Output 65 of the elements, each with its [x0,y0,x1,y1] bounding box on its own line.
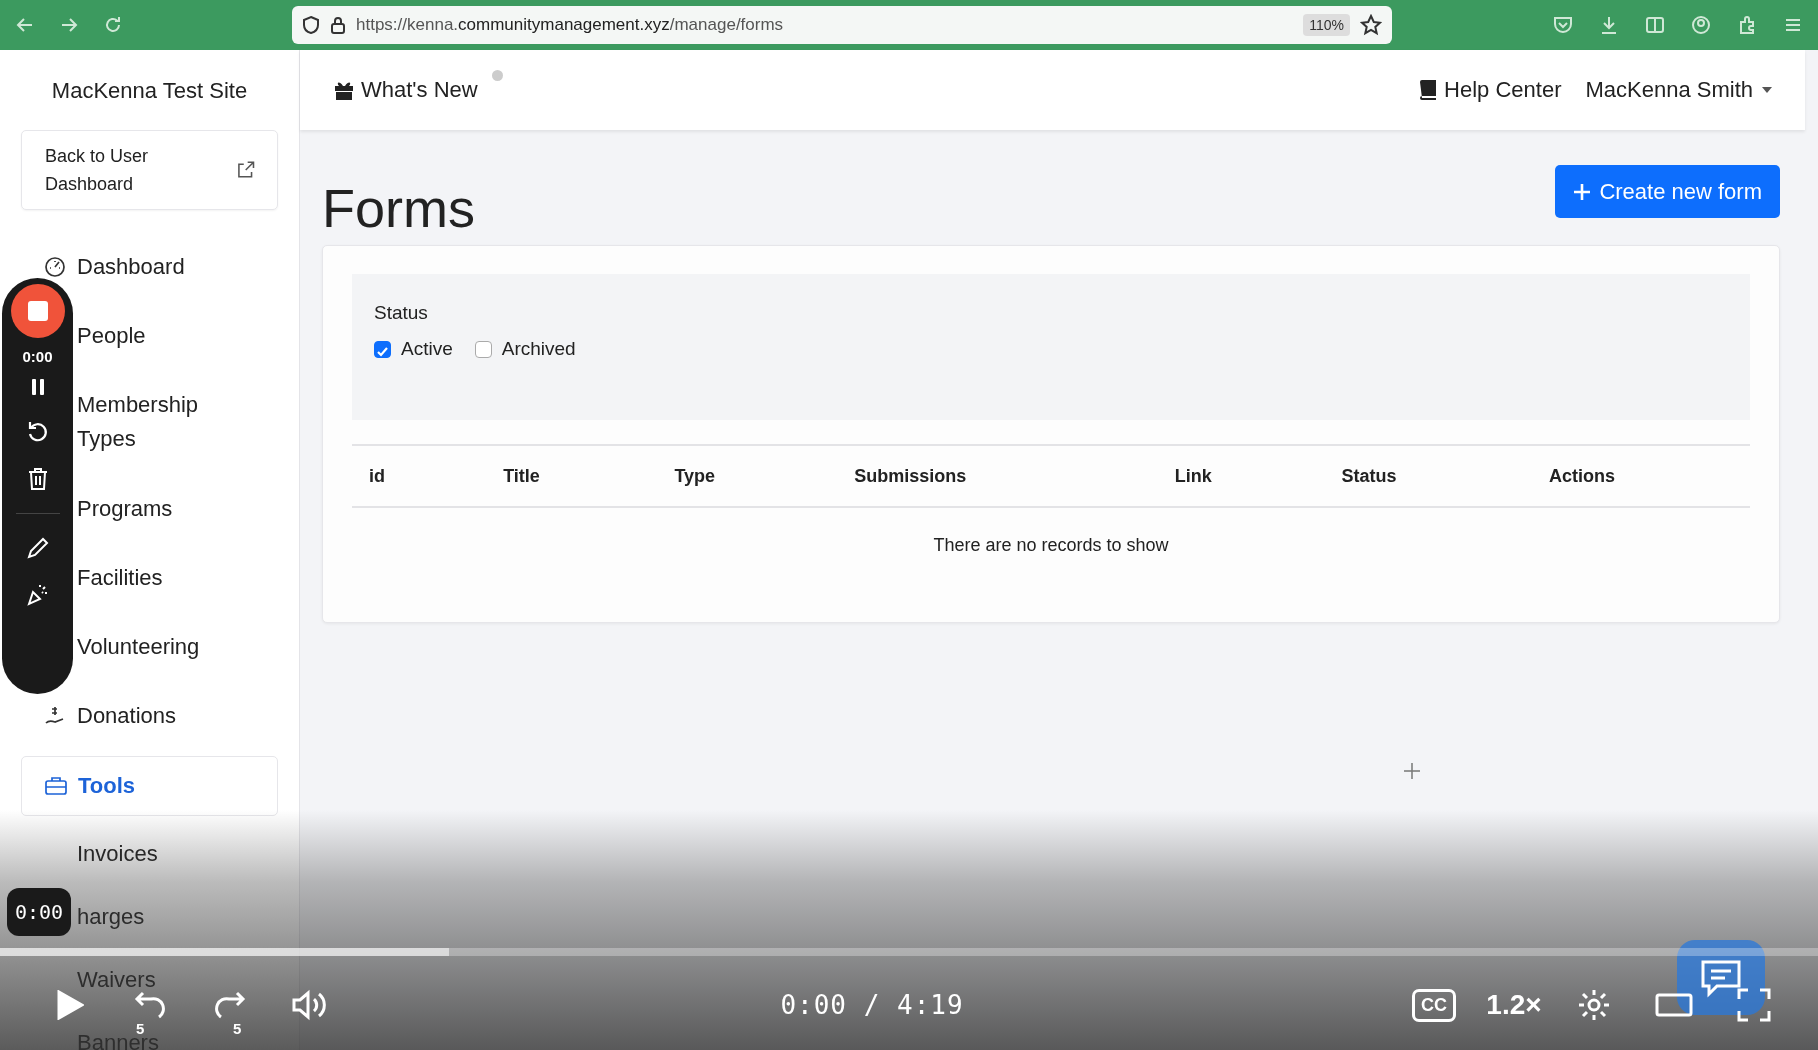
page-title: Forms [322,177,475,239]
url-text: https://kenna.communitymanagement.xyz/manage/forms [356,15,785,35]
column-header[interactable]: Link [1174,465,1212,486]
address-bar[interactable]: https://kenna.communitymanagement.xyz/manage/forms 110% [292,6,1392,44]
pencil-icon[interactable] [25,536,50,560]
skip-seconds: 5 [136,1020,145,1037]
pocket-icon[interactable] [1552,14,1574,36]
sidebar-item[interactable]: Donations [43,698,177,733]
status-checkbox[interactable]: Archived [474,338,576,360]
external-link-icon [235,160,255,180]
sidebar-subitem[interactable]: harges [77,903,145,930]
status-checkbox[interactable]: Active [374,338,453,360]
playback-time: 0:00 / 4:19 [779,990,965,1020]
help-center-link[interactable]: Help Center [1418,77,1562,103]
plus-icon [1573,182,1592,201]
sidebar-item[interactable]: Facilities [77,560,163,595]
rewind-icon[interactable] [133,990,167,1020]
notification-dot [491,70,503,81]
sidebar-item[interactable]: People [77,318,146,353]
shield-icon[interactable] [302,15,320,35]
toolbox-icon [44,774,68,798]
account-icon[interactable] [1690,14,1712,36]
skip-seconds: 5 [233,1020,242,1037]
column-header[interactable]: Status [1341,465,1397,486]
fullscreen-icon[interactable] [1737,988,1771,1022]
filter-label: Status [374,302,428,324]
column-header[interactable]: id [369,465,385,486]
whats-new-link[interactable]: What's New [333,77,478,103]
column-header[interactable]: Type [674,465,716,486]
stop-recording-button[interactable] [10,284,65,338]
user-menu[interactable]: MacKenna Smith [1585,77,1773,103]
trash-icon[interactable] [26,467,49,491]
zoom-level[interactable]: 110% [1303,14,1350,36]
speed-button[interactable]: 1.2× [1486,989,1542,1021]
recording-time: 0:00 [22,348,53,365]
column-header[interactable]: Submissions [854,465,967,486]
back-to-dashboard-link[interactable]: Back to User Dashboard [21,130,278,210]
sidebar-item[interactable]: Programs [77,491,173,526]
chat-button[interactable] [1677,940,1765,1015]
play-icon[interactable] [56,990,84,1020]
captions-button[interactable]: CC [1412,988,1456,1022]
settings-icon[interactable] [1577,988,1611,1022]
volume-icon[interactable] [291,989,329,1021]
empty-message: There are no records to show [933,534,1169,555]
sidebar-subitem[interactable]: Waivers [77,966,156,993]
column-header[interactable]: Title [503,465,540,486]
caret-icon [1761,86,1773,94]
site-title: MacKenna Test Site [50,77,249,105]
star-icon[interactable] [1360,14,1382,36]
theater-mode-icon[interactable] [1655,991,1693,1019]
reader-icon[interactable] [1644,14,1666,36]
sidebar-item[interactable]: Dashboard [43,249,185,284]
gauge-icon [43,254,67,279]
hover-time: 0:00 [7,888,72,936]
book-icon [1418,79,1439,101]
sidebar-item[interactable]: Membership Types [77,388,197,456]
sidebar-item[interactable]: Tools [21,756,278,816]
sidebar-item[interactable]: Volunteering [77,629,200,664]
column-header[interactable]: Actions [1549,465,1616,486]
lock-icon [330,15,346,35]
sparkle-icon[interactable] [25,582,50,606]
crosshair-cursor-icon [1404,763,1420,779]
sidebar-subitem[interactable]: Invoices [77,840,158,867]
create-form-button[interactable]: Create new form [1555,165,1780,218]
forward-icon[interactable] [213,990,247,1020]
